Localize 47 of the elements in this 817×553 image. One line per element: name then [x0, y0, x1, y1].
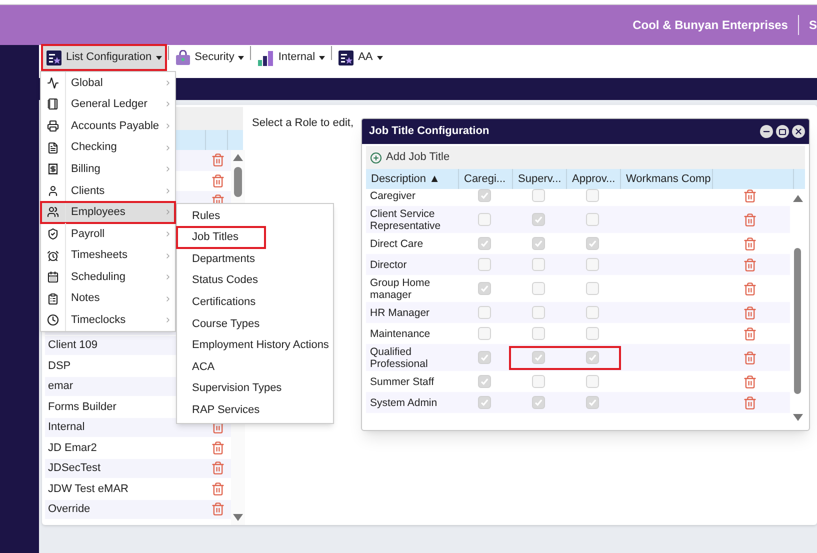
job-title: Group Home manager: [369, 276, 432, 300]
submenu-item[interactable]: Status Codes: [177, 270, 266, 292]
toolbar-menu[interactable]: List Configuration: [43, 46, 165, 69]
toolbar-menu[interactable]: AA: [335, 46, 386, 69]
menu-item[interactable]: Timesheets: [41, 244, 175, 266]
menu-item[interactable]: Scheduling: [41, 266, 175, 288]
menu-item[interactable]: Billing: [41, 158, 175, 180]
job-title: Summer Staff: [369, 376, 435, 388]
dialog-title: Job Title Configuration: [369, 124, 490, 140]
submenu-item[interactable]: ACA: [177, 356, 223, 378]
menu-item[interactable]: Global: [41, 72, 175, 94]
menu-item[interactable]: Timeclocks: [41, 310, 175, 332]
menu-item[interactable]: Accounts Payable: [41, 115, 175, 137]
toolbar-menu[interactable]: Internal: [254, 46, 328, 69]
header-link[interactable]: S: [808, 16, 817, 34]
job-title: Maintenance: [369, 328, 432, 340]
submenu-item[interactable]: Supervision Types: [177, 378, 290, 400]
role-name[interactable]: JD Emar2: [48, 440, 97, 456]
submenu-item[interactable]: Rules: [177, 205, 228, 227]
role-name[interactable]: emar: [48, 378, 74, 394]
submenu-item[interactable]: Departments: [177, 248, 263, 270]
company-name: Cool & Bunyan Enterprises: [632, 17, 789, 34]
role-name[interactable]: Override: [48, 501, 90, 518]
job-title: System Admin: [369, 396, 438, 408]
menu-item[interactable]: General Ledger: [41, 94, 175, 116]
job-title: Caregiver: [369, 190, 417, 202]
submenu-item[interactable]: Course Types: [177, 312, 268, 335]
role-name[interactable]: DSP: [48, 358, 71, 374]
prompt-text: Select a Role to edit,: [252, 117, 354, 129]
add-job-title-button[interactable]: Add Job Title: [370, 149, 450, 166]
job-title: Qualified Professional: [369, 346, 429, 370]
role-name[interactable]: JDW Test eMAR: [48, 480, 128, 497]
toolbar-menu[interactable]: Security: [172, 46, 248, 69]
role-name[interactable]: Forms Builder: [48, 398, 116, 415]
submenu-item[interactable]: Employment History Actions: [177, 334, 337, 356]
job-title: Direct Care: [369, 238, 424, 250]
submenu-item[interactable]: RAP Services: [177, 399, 268, 421]
menu-item[interactable]: Employees: [41, 202, 175, 224]
job-title: Client Service Representative: [369, 208, 442, 232]
submenu-item[interactable]: Certifications: [177, 291, 264, 313]
submenu-item[interactable]: Job Titles: [177, 226, 265, 248]
menu-item[interactable]: Notes: [41, 288, 175, 310]
menu-item[interactable]: Checking: [41, 136, 175, 158]
menu-item[interactable]: Payroll: [41, 223, 175, 245]
job-title: HR Manager: [369, 306, 431, 318]
job-title: Director: [369, 258, 408, 270]
role-name[interactable]: Internal: [48, 419, 85, 436]
